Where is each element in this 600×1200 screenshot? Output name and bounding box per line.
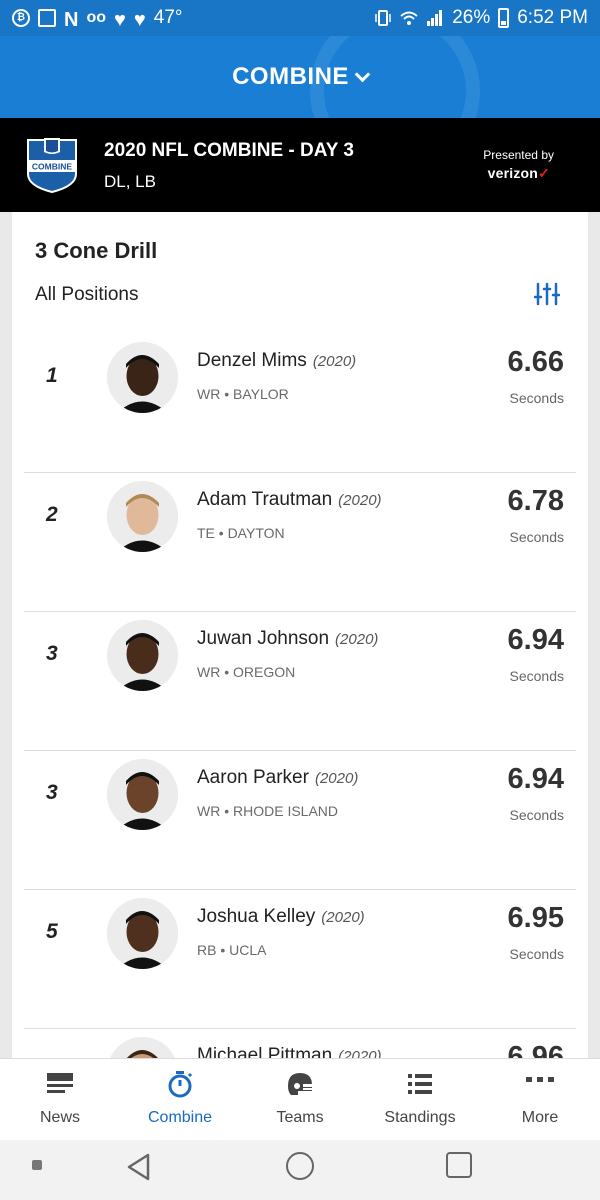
sponsor-check: ✓: [538, 165, 550, 181]
logo-text: COMBINE: [32, 162, 72, 172]
rank: 3: [46, 781, 58, 804]
player-name: Joshua Kelley: [197, 906, 316, 927]
tab-label: Teams: [276, 1109, 324, 1126]
drill-time: 6.66: [507, 346, 564, 378]
tab-label: News: [39, 1109, 80, 1126]
player-name: Adam Trautman: [197, 489, 333, 510]
player-name-line: Adam Trautman (2020): [197, 489, 382, 511]
signal-icon: [427, 10, 443, 26]
player-avatar: [107, 898, 178, 969]
player-year: (2020): [335, 631, 379, 648]
battery-percent: 26%: [452, 7, 491, 28]
player-row[interactable]: 3 Aaron Parker (2020) WR • RHODE ISLAND 6…: [24, 751, 576, 890]
tab-news[interactable]: News: [0, 1059, 120, 1140]
time-unit: Seconds: [509, 807, 564, 823]
vibrate-icon: [375, 10, 391, 26]
tab-teams[interactable]: Teams: [240, 1059, 360, 1140]
filter-sliders-icon[interactable]: [534, 282, 560, 306]
tab-standings[interactable]: Standings: [360, 1059, 480, 1140]
player-avatar: [107, 620, 178, 691]
combine-logo: COMBINE: [27, 138, 77, 194]
event-title: 2020 NFL COMBINE - DAY 3: [104, 140, 354, 161]
nav-dot-icon[interactable]: [32, 1160, 42, 1170]
player-year: (2020): [312, 353, 357, 370]
clock: 6:52 PM: [517, 7, 588, 28]
status-right-icons: 26% 6:52 PM: [374, 7, 588, 29]
bitcoin-icon: ₿: [12, 9, 30, 27]
results-list: 1 Denzel Mims (2020) WR • BAYLOR 6.66 Sec…: [24, 334, 576, 1168]
sponsor-logo: verizon✓: [488, 165, 550, 182]
netflix-icon: N: [64, 9, 79, 31]
player-row[interactable]: 1 Denzel Mims (2020) WR • BAYLOR 6.66 Sec…: [24, 334, 576, 473]
watermark-logo: [310, 36, 480, 118]
voicemail-icon: oo: [86, 9, 106, 26]
event-positions: DL, LB: [104, 172, 156, 191]
player-row[interactable]: 2 Adam Trautman (2020) TE • DAYTON 6.78 S…: [24, 473, 576, 612]
temperature: 47°: [153, 7, 183, 28]
drill-time: 6.95: [507, 902, 564, 934]
back-icon[interactable]: [124, 1152, 154, 1182]
status-bar: ₿ N oo ♥ ♥ 47° 26% 6:52 PM: [0, 0, 600, 36]
bottom-nav: News Combine Teams Standings More: [0, 1058, 600, 1140]
player-name-line: Joshua Kelley (2020): [197, 906, 365, 928]
battery-icon: [498, 8, 510, 28]
system-nav-bar: [0, 1140, 600, 1200]
rank: 1: [46, 364, 58, 387]
player-name-line: Aaron Parker (2020): [197, 767, 358, 789]
player-row[interactable]: 3 Juwan Johnson (2020) WR • OREGON 6.94 S…: [24, 612, 576, 751]
player-name-line: Juwan Johnson (2020): [197, 628, 378, 650]
player-meta: WR • OREGON: [197, 664, 296, 680]
status-left-icons: ₿ N oo ♥ ♥ 47°: [12, 7, 183, 31]
tab-label: Standings: [384, 1109, 456, 1126]
sponsor-name: verizon: [487, 165, 539, 181]
player-name: Aaron Parker: [197, 767, 309, 788]
player-name: Juwan Johnson: [197, 628, 330, 649]
time-unit: Seconds: [509, 668, 564, 684]
player-meta: WR • BAYLOR: [197, 386, 289, 402]
app-header: COMBINE: [0, 36, 600, 118]
event-banner: COMBINE 2020 NFL COMBINE - DAY 3 DL, LB …: [0, 118, 600, 212]
recent-apps-icon[interactable]: [446, 1152, 472, 1178]
player-year: (2020): [314, 770, 359, 787]
player-meta: WR • RHODE ISLAND: [197, 803, 339, 819]
news-icon: [47, 1073, 73, 1093]
drill-time: 6.94: [507, 624, 564, 656]
tab-label: More: [521, 1109, 559, 1126]
time-unit: Seconds: [509, 390, 564, 406]
tab-combine[interactable]: Combine: [120, 1059, 240, 1140]
player-name: Denzel Mims: [197, 350, 307, 371]
stopwatch-icon: [168, 1071, 193, 1098]
list-icon: [408, 1074, 432, 1094]
helmet-icon: [288, 1073, 314, 1095]
player-avatar: [107, 759, 178, 830]
player-avatar: [107, 342, 178, 413]
player-avatar: [107, 481, 178, 552]
drill-title: 3 Cone Drill: [35, 238, 158, 263]
home-icon[interactable]: [286, 1152, 314, 1180]
tab-label: Combine: [147, 1109, 213, 1126]
player-meta: RB • UCLA: [197, 942, 267, 958]
rank: 5: [46, 920, 58, 943]
player-year: (2020): [321, 909, 365, 926]
position-filter-label: All Positions: [35, 284, 139, 305]
more-dots-icon: [526, 1077, 554, 1082]
results-card: 3 Cone Drill All Positions 1 Denzel Mims…: [12, 212, 588, 1108]
player-year: (2020): [338, 492, 382, 509]
drill-time: 6.94: [507, 763, 564, 795]
tab-more[interactable]: More: [480, 1059, 600, 1140]
drill-time: 6.78: [507, 485, 564, 517]
player-meta: TE • DAYTON: [197, 525, 285, 541]
presented-by: Presented by: [483, 148, 554, 162]
player-name-line: Denzel Mims (2020): [197, 350, 356, 372]
heart-icon: ♥: [133, 9, 146, 31]
wifi-icon: [400, 11, 418, 25]
time-unit: Seconds: [509, 946, 564, 962]
heart-icon: ♥: [114, 9, 126, 31]
rank: 3: [46, 642, 58, 665]
time-unit: Seconds: [509, 529, 564, 545]
rank: 2: [46, 503, 58, 526]
image-icon: [38, 9, 56, 27]
player-row[interactable]: 5 Joshua Kelley (2020) RB • UCLA 6.95 Sec…: [24, 890, 576, 1029]
